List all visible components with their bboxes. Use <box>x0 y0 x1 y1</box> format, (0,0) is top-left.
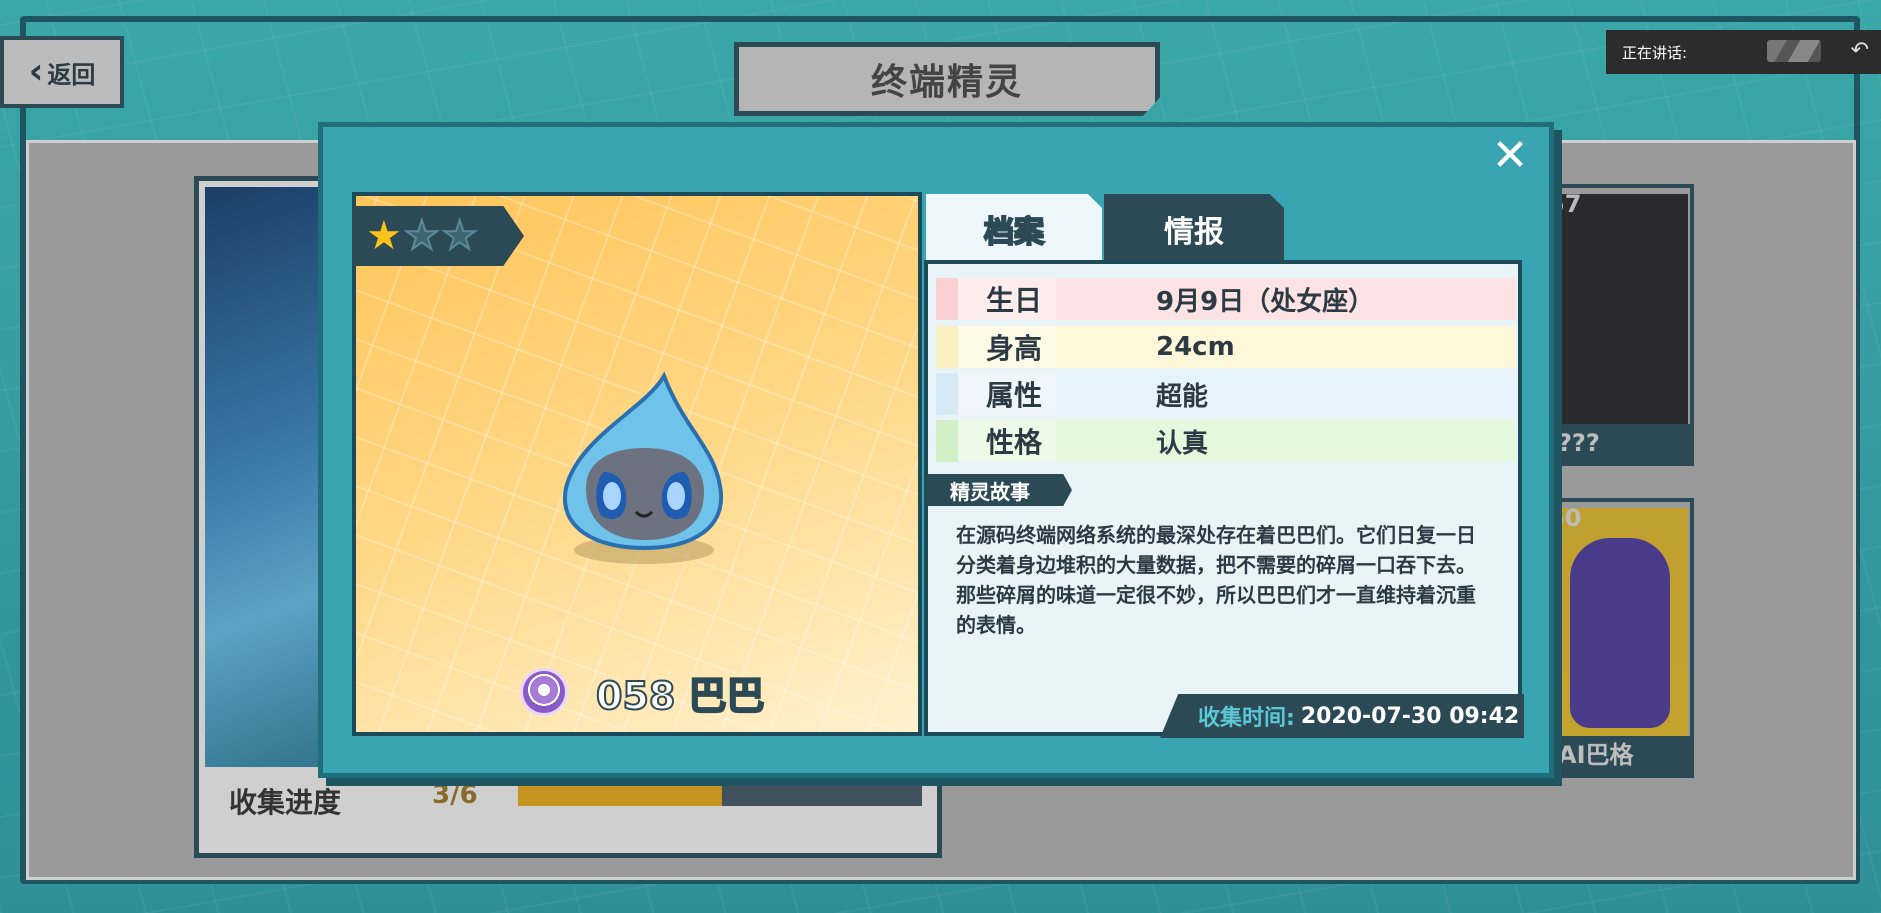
star-filled-icon: ★ <box>366 213 402 259</box>
creature-baba-image <box>562 371 724 564</box>
profile-value: 24cm <box>1156 332 1235 362</box>
rarity-stars: ★ ★ ★ <box>352 206 524 266</box>
progress-bar-track <box>722 784 922 806</box>
card-name: AI巴格 <box>1544 736 1690 774</box>
collection-card-60[interactable]: 60 AI巴格 <box>1540 498 1694 778</box>
progress-label: 收集进度 <box>229 786 342 819</box>
card-art <box>1550 508 1688 744</box>
story-text: 在源码终端网络系统的最深处存在着巴巴们。它们日复一日分类着身边堆积的大量数据，把… <box>956 523 1476 637</box>
voice-chat-bar[interactable]: 正在讲话: ↶ <box>1606 30 1881 74</box>
card-art <box>1550 194 1688 430</box>
creature-name: 058 巴巴 <box>595 673 766 719</box>
profile-row-personality: 性格 认真 <box>936 420 1516 462</box>
creature-portrait <box>352 192 922 736</box>
tab-intel[interactable]: 情报 <box>1104 194 1284 264</box>
reply-arrow-icon[interactable]: ↶ <box>1851 38 1869 63</box>
page-title: 终端精灵 <box>734 42 1160 116</box>
profile-value: 认真 <box>1156 428 1209 459</box>
card-name: ??? <box>1544 424 1690 462</box>
profile-key: 生日 <box>958 278 1056 320</box>
story-title: 精灵故事 <box>926 474 1072 506</box>
back-button[interactable]: ‹ 返回 <box>0 36 124 108</box>
profile-key: 属性 <box>958 373 1056 415</box>
profile-row-birthday: 生日 9月9日（处女座） <box>936 278 1516 320</box>
tab-archive[interactable]: 档案 <box>926 194 1102 264</box>
creature-silhouette <box>1570 538 1670 728</box>
progress-bar-fill <box>518 784 722 806</box>
close-icon[interactable]: ✕ <box>1490 134 1530 178</box>
voice-status-label: 正在讲话: <box>1622 43 1688 62</box>
chevron-left-icon: ‹ <box>28 51 44 92</box>
psychic-type-icon <box>520 668 568 716</box>
progress-count: 3/6 <box>432 780 478 810</box>
creature-name-row: 058 巴巴 <box>520 662 766 722</box>
collect-time: 收集时间: 2020-07-30 09:42 <box>1160 694 1524 738</box>
profile-key: 性格 <box>958 420 1056 462</box>
collect-time-value: 2020-07-30 09:42 <box>1300 703 1520 729</box>
voice-speaker-icon <box>1767 40 1821 62</box>
profile-row-height: 身高 24cm <box>936 326 1516 368</box>
star-empty-icon: ★ <box>403 213 441 259</box>
profile-row-attribute: 属性 超能 <box>936 373 1516 415</box>
collect-time-label: 收集时间: <box>1198 706 1295 731</box>
collection-card-57[interactable]: 57 ??? <box>1540 184 1694 466</box>
profile-value: 9月9日（处女座） <box>1156 286 1375 317</box>
star-empty-icon: ★ <box>441 213 479 259</box>
profile-value: 超能 <box>1156 381 1209 412</box>
profile-key: 身高 <box>958 326 1056 368</box>
back-label: 返回 <box>47 60 96 89</box>
